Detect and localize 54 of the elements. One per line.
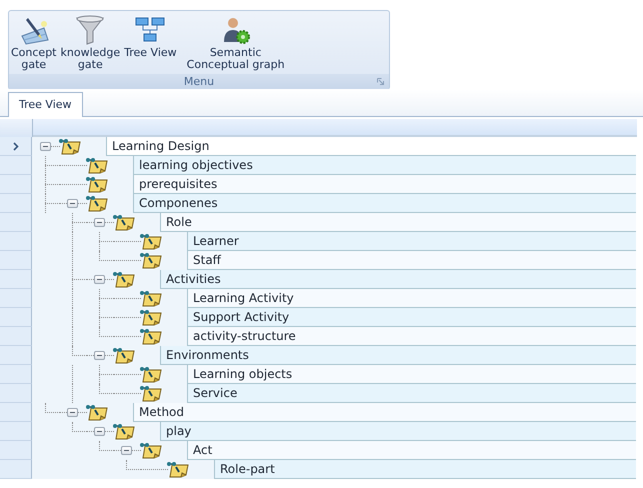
node-icon: [139, 328, 163, 345]
collapse-icon[interactable]: [94, 275, 105, 284]
tree-node-label[interactable]: prerequisites: [133, 175, 636, 194]
tree-node-label[interactable]: Service: [187, 384, 636, 403]
tree-node-label[interactable]: Learner: [187, 232, 636, 251]
node-icon: [139, 385, 163, 402]
node-icon: [139, 290, 163, 307]
tree-node-label[interactable]: Environments: [160, 346, 636, 365]
collapse-icon[interactable]: [121, 446, 132, 455]
toolbar-button[interactable]: Tree View: [122, 14, 179, 59]
node-icon: [139, 366, 163, 383]
collapse-icon[interactable]: [94, 427, 105, 436]
tree-node-label[interactable]: activity-structure: [187, 327, 636, 346]
tree-node-label[interactable]: Componenes: [133, 194, 636, 213]
tree-node-label[interactable]: Role-part: [214, 460, 636, 479]
node-icon: [58, 138, 82, 155]
toolbar-button[interactable]: Concept gate: [9, 14, 58, 71]
tree-node-label[interactable]: Method: [133, 403, 636, 422]
node-icon: [85, 404, 109, 421]
tree-node-label[interactable]: Learning objects: [187, 365, 636, 384]
tab[interactable]: Tree View: [8, 92, 83, 117]
group-label: Menu: [184, 75, 214, 88]
tree-node-label[interactable]: Staff: [187, 251, 636, 270]
node-icon: [139, 252, 163, 269]
collapse-icon[interactable]: [94, 218, 105, 227]
node-icon: [85, 176, 109, 193]
header-cell: [0, 119, 33, 137]
collapse-icon[interactable]: [67, 408, 78, 417]
node-icon: [139, 233, 163, 250]
tree-node-label[interactable]: learning objectives: [133, 156, 636, 175]
node-icon: [139, 309, 163, 326]
tree-node-label[interactable]: Learning Activity: [187, 289, 636, 308]
tree-node-label[interactable]: Act: [187, 441, 636, 460]
node-icon: [85, 195, 109, 212]
node-icon: [112, 423, 136, 440]
toolbar-button[interactable]: knowledge gate: [58, 14, 122, 71]
node-icon: [85, 157, 109, 174]
tree-node-label[interactable]: Role: [160, 213, 636, 232]
collapse-icon[interactable]: [67, 199, 78, 208]
node-icon: [112, 271, 136, 288]
tree-node-label[interactable]: play: [160, 422, 636, 441]
row-header[interactable]: [0, 137, 32, 156]
node-icon: [112, 347, 136, 364]
node-icon: [166, 461, 190, 478]
toolbar-button[interactable]: Semantic Conceptual graph: [184, 14, 287, 71]
dialog-launcher-icon[interactable]: [377, 78, 384, 85]
node-icon: [112, 214, 136, 231]
collapse-icon[interactable]: [94, 351, 105, 360]
tree-node-label[interactable]: Activities: [160, 270, 636, 289]
tree-node-label[interactable]: Support Activity: [187, 308, 636, 327]
tree-node-label[interactable]: Learning Design: [106, 137, 636, 156]
node-icon: [139, 442, 163, 459]
collapse-icon[interactable]: [40, 142, 51, 151]
funnel-icon: [74, 14, 106, 46]
